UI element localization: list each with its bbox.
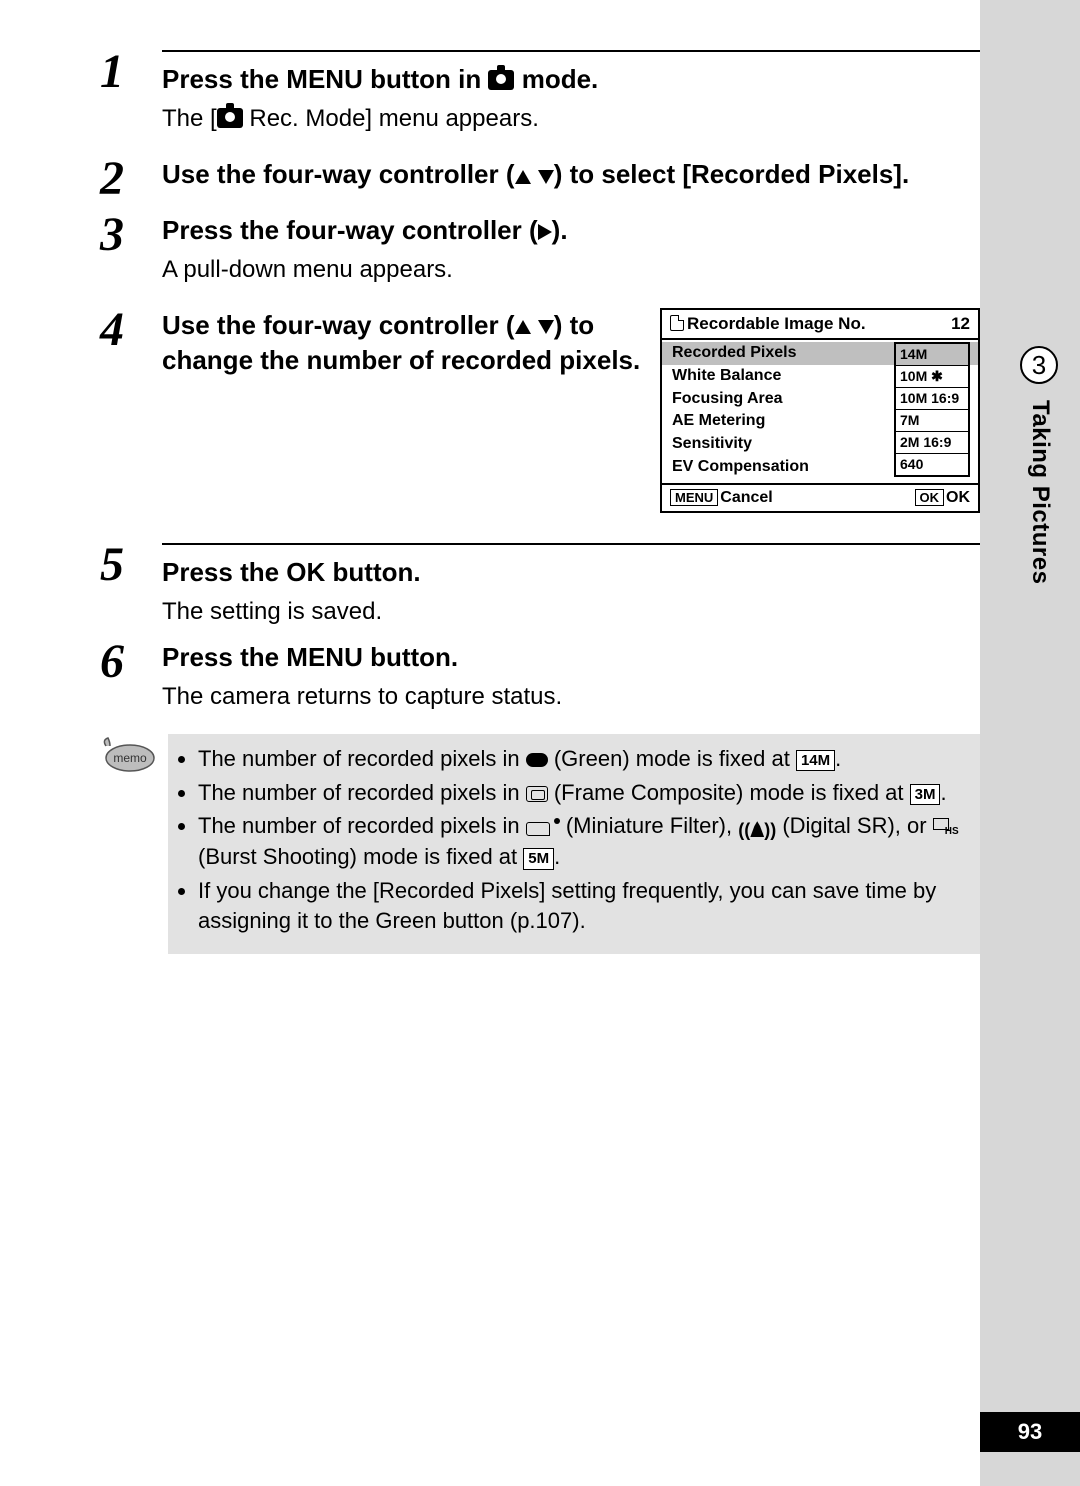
text: . — [835, 746, 841, 771]
memo-box: The number of recorded pixels in (Green)… — [168, 734, 980, 954]
step-desc: A pull-down menu appears. — [162, 254, 980, 286]
chapter-number-badge: 3 — [1020, 346, 1058, 384]
dropdown-item: 7M — [896, 410, 968, 432]
dropdown-item: 640 — [896, 454, 968, 475]
text: The number of recorded pixels in — [198, 813, 526, 838]
text: Rec. Mode] menu appears. — [243, 105, 539, 132]
step-title: Press the MENU button. — [162, 640, 980, 675]
text: EV Compensation — [672, 457, 809, 478]
text: Recorded Pixels — [672, 343, 797, 364]
menu-button-label: MENU — [286, 642, 363, 672]
text: Recordable Image No. — [687, 314, 866, 333]
text: (Burst Shooting) mode is fixed at — [198, 844, 523, 869]
burst-shooting-icon — [933, 818, 957, 836]
text: mode. — [514, 64, 598, 94]
text: (Frame Composite) mode is fixed at — [548, 780, 910, 805]
step-2: 2 Use the four-way controller ( ) to sel… — [100, 153, 980, 208]
step-number: 2 — [100, 153, 162, 203]
text: Press the — [162, 64, 286, 94]
screen-menu-list: Recorded Pixels White Balance Focusing A… — [662, 340, 978, 483]
chapter-title: Taking Pictures — [1026, 400, 1054, 584]
page-content: 1 Press the MENU button in mode. The [ R… — [100, 46, 980, 954]
step-title: Use the four-way controller ( ) to selec… — [162, 157, 980, 192]
frame-composite-icon — [526, 786, 548, 802]
step-1: 1 Press the MENU button in mode. The [ R… — [100, 46, 980, 153]
step-6: 6 Press the MENU button. The camera retu… — [100, 636, 980, 721]
step-desc: The [ Rec. Mode] menu appears. — [162, 103, 980, 135]
text: (Digital SR), or — [776, 813, 932, 838]
step-3: 3 Press the four-way controller (). A pu… — [100, 209, 980, 304]
step-desc: The setting is saved. — [162, 596, 980, 628]
step-desc: The camera returns to capture status. — [162, 681, 980, 713]
pixels-dropdown: 14M 10M ✱ 10M 16:9 7M 2M 16:9 640 — [894, 342, 970, 477]
text: AE Metering — [672, 411, 765, 432]
text: . — [554, 844, 560, 869]
step-number: 6 — [100, 636, 162, 686]
menu-button-label: MENU — [286, 64, 363, 94]
page-number: 93 — [980, 1412, 1080, 1452]
step-title: Press the four-way controller (). — [162, 213, 980, 248]
camera-icon — [488, 70, 514, 90]
text: The number of recorded pixels in — [198, 746, 526, 771]
text: Sensitivity — [672, 434, 752, 455]
text: The [ — [162, 105, 217, 132]
digital-sr-icon — [738, 818, 776, 842]
text: Focusing Area — [672, 389, 783, 410]
down-triangle-icon — [538, 320, 554, 334]
text: White Balance — [672, 366, 781, 387]
right-triangle-icon — [538, 224, 552, 240]
dropdown-item: 14M — [896, 344, 968, 366]
screen-footer: MENUCancel OKOK — [662, 483, 978, 511]
pixel-badge: 14M — [796, 750, 835, 772]
text: The number of recorded pixels in — [198, 780, 526, 805]
step-title: Press the MENU button in mode. — [162, 50, 980, 97]
step-title: Press the OK button. — [162, 543, 980, 590]
dropdown-item: 2M 16:9 — [896, 432, 968, 454]
step-title: Use the four-way controller ( ) to chang… — [162, 308, 646, 378]
text: button. — [363, 642, 458, 672]
text: Press the — [162, 642, 286, 672]
text: Cancel — [720, 489, 772, 506]
memo-block: memo The number of recorded pixels in (G… — [100, 734, 980, 954]
text: button. — [325, 557, 420, 587]
memo-item: If you change the [Recorded Pixels] sett… — [198, 876, 968, 935]
green-mode-icon — [526, 753, 548, 767]
pixel-badge: 5M — [523, 848, 554, 870]
step-number: 5 — [100, 539, 162, 589]
ok-button-label: OK — [286, 557, 325, 587]
text: OK — [946, 489, 970, 506]
memo-item: The number of recorded pixels in (Frame … — [198, 778, 968, 808]
text: Press the — [162, 557, 286, 587]
text: . — [940, 780, 946, 805]
step-number: 4 — [100, 304, 162, 354]
memo-item: The number of recorded pixels in (Green)… — [198, 744, 968, 774]
screen-header: Recordable Image No. 12 — [662, 310, 978, 340]
step-4: 4 Use the four-way controller ( ) to cha… — [100, 304, 980, 539]
step-number: 1 — [100, 46, 162, 96]
svg-text:memo: memo — [113, 751, 147, 765]
miniature-filter-icon — [526, 818, 560, 836]
step-5: 5 Press the OK button. The setting is sa… — [100, 539, 980, 636]
memo-item: The number of recorded pixels in (Miniat… — [198, 811, 968, 872]
camera-screen-preview: Recordable Image No. 12 Recorded Pixels … — [660, 308, 980, 513]
dropdown-item: 10M ✱ — [896, 366, 968, 388]
memory-card-icon — [670, 315, 684, 331]
text: (Miniature Filter), — [560, 813, 738, 838]
text: button in — [363, 64, 489, 94]
ok-button-icon: OK — [915, 489, 945, 507]
camera-icon — [217, 108, 243, 128]
up-triangle-icon — [515, 170, 531, 184]
pixel-badge: 3M — [910, 784, 941, 806]
step-number: 3 — [100, 209, 162, 259]
down-triangle-icon — [538, 170, 554, 184]
up-triangle-icon — [515, 320, 531, 334]
recordable-count: 12 — [951, 314, 970, 334]
menu-button-icon: MENU — [670, 489, 718, 507]
text: (Green) mode is fixed at — [548, 746, 796, 771]
memo-icon: memo — [100, 734, 158, 774]
side-gutter: 3 Taking Pictures 93 — [980, 0, 1080, 1486]
dropdown-item: 10M 16:9 — [896, 388, 968, 410]
